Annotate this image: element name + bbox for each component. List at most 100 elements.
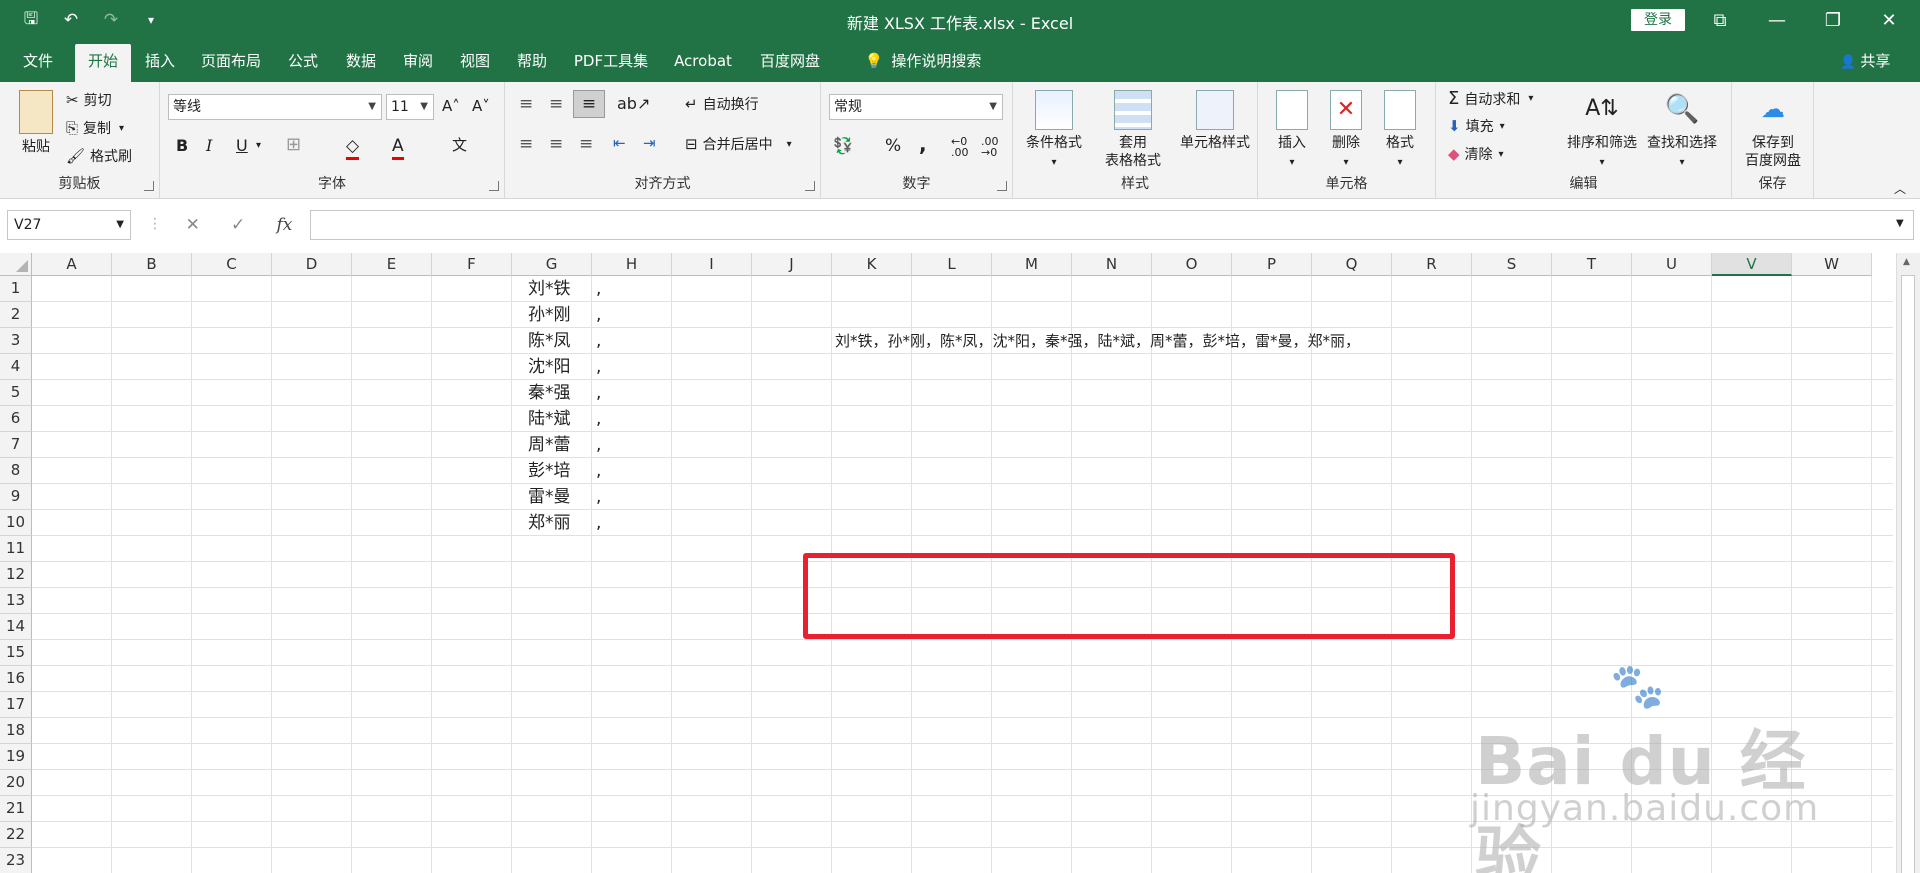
ribbon-display-icon[interactable]: ⧉ <box>1697 4 1743 36</box>
name-box[interactable]: V27 ▼ <box>7 210 131 240</box>
currency-icon[interactable]: 💱 <box>833 136 853 155</box>
increase-indent-icon[interactable]: ⇥ <box>643 134 656 152</box>
percent-button[interactable]: % <box>885 136 901 156</box>
cell-H6[interactable]: , <box>596 406 601 432</box>
enter-icon[interactable]: ✓ <box>231 215 245 235</box>
cell-H3[interactable]: , <box>596 328 601 354</box>
row-header-7[interactable]: 7 <box>0 432 32 458</box>
tab-7[interactable]: 视图 <box>455 40 495 82</box>
scrollbar-thumb[interactable] <box>1901 275 1915 873</box>
tab-4[interactable]: 公式 <box>283 40 323 82</box>
restore-icon[interactable]: ❐ <box>1810 4 1856 36</box>
format-as-table-button[interactable]: 套用 表格格式 <box>1093 90 1173 170</box>
column-header-M[interactable]: M <box>992 253 1072 276</box>
formula-input[interactable] <box>310 210 1914 240</box>
cell-H4[interactable]: , <box>596 354 601 380</box>
font-color-icon[interactable]: A <box>392 134 404 160</box>
row-header-4[interactable]: 4 <box>0 354 32 380</box>
column-header-L[interactable]: L <box>912 253 992 276</box>
border-icon[interactable]: ⊞ <box>286 134 301 155</box>
comma-button[interactable]: , <box>919 132 927 156</box>
cut-button[interactable]: ✂ 剪切 <box>66 90 112 110</box>
column-header-R[interactable]: R <box>1392 253 1472 276</box>
copy-button[interactable]: ⎘ 复制 ▾ <box>66 118 124 138</box>
row-header-10[interactable]: 10 <box>0 510 32 536</box>
underline-button[interactable]: U <box>236 136 248 155</box>
cell-G2[interactable]: 孙*刚 <box>528 302 571 328</box>
cell-H2[interactable]: , <box>596 302 601 328</box>
tab-10[interactable]: Acrobat <box>670 40 736 82</box>
delete-cells-button[interactable]: ✕ 删除 ▾ <box>1324 90 1368 172</box>
tab-8[interactable]: 帮助 <box>512 40 552 82</box>
select-all-corner[interactable] <box>0 253 32 276</box>
row-header-19[interactable]: 19 <box>0 744 32 770</box>
font-launcher-icon[interactable] <box>489 181 499 191</box>
find-select-button[interactable]: 🔍 查找和选择 ▾ <box>1642 90 1722 172</box>
increase-decimal-icon[interactable]: ←0.00 <box>951 136 969 158</box>
row-header-18[interactable]: 18 <box>0 718 32 744</box>
column-header-F[interactable]: F <box>432 253 512 276</box>
chevron-down-icon[interactable]: ▾ <box>256 140 261 151</box>
cell-K3[interactable]: 刘*铁，孙*刚，陈*凤，沈*阳，秦*强，陆*斌，周*蕾，彭*培，雷*曼，郑*丽， <box>835 328 1360 354</box>
cell-G4[interactable]: 沈*阳 <box>528 354 571 380</box>
insert-cells-button[interactable]: 插入 ▾ <box>1270 90 1314 172</box>
login-button[interactable]: 登录 <box>1631 9 1685 31</box>
font-name-select[interactable]: 等线 ▼ <box>168 94 382 120</box>
column-header-B[interactable]: B <box>112 253 192 276</box>
tab-1[interactable]: 开始 <box>75 44 131 82</box>
row-header-5[interactable]: 5 <box>0 380 32 406</box>
fill-button[interactable]: ⬇ 填充 ▾ <box>1448 116 1505 136</box>
column-header-V[interactable]: V <box>1712 253 1792 276</box>
row-header-9[interactable]: 9 <box>0 484 32 510</box>
cell-H10[interactable]: , <box>596 510 601 536</box>
cell-styles-button[interactable]: 单元格样式 <box>1175 90 1255 152</box>
sort-filter-button[interactable]: A⇅ 排序和筛选 ▾ <box>1564 90 1640 172</box>
row-header-6[interactable]: 6 <box>0 406 32 432</box>
tab-5[interactable]: 数据 <box>341 40 381 82</box>
column-header-N[interactable]: N <box>1072 253 1152 276</box>
row-header-13[interactable]: 13 <box>0 588 32 614</box>
column-header-Q[interactable]: Q <box>1312 253 1392 276</box>
row-header-2[interactable]: 2 <box>0 302 32 328</box>
bold-button[interactable]: B <box>176 136 188 155</box>
font-size-select[interactable]: 11 ▼ <box>386 94 434 120</box>
row-header-14[interactable]: 14 <box>0 614 32 640</box>
alignment-launcher-icon[interactable] <box>805 181 815 191</box>
increase-font-icon[interactable]: A˄ <box>442 97 460 115</box>
cell-G7[interactable]: 周*蕾 <box>528 432 571 458</box>
cell-G5[interactable]: 秦*强 <box>528 380 571 406</box>
tab-2[interactable]: 插入 <box>140 40 180 82</box>
row-header-22[interactable]: 22 <box>0 822 32 848</box>
row-header-16[interactable]: 16 <box>0 666 32 692</box>
clipboard-launcher-icon[interactable] <box>144 181 154 191</box>
column-header-E[interactable]: E <box>352 253 432 276</box>
tab-6[interactable]: 审阅 <box>398 40 438 82</box>
row-header-20[interactable]: 20 <box>0 770 32 796</box>
row-header-8[interactable]: 8 <box>0 458 32 484</box>
column-header-C[interactable]: C <box>192 253 272 276</box>
wrap-text-button[interactable]: ↵ 自动换行 <box>685 94 759 114</box>
decrease-decimal-icon[interactable]: .00 →0 <box>981 136 999 158</box>
row-header-23[interactable]: 23 <box>0 848 32 873</box>
decrease-indent-icon[interactable]: ⇤ <box>613 134 626 152</box>
merge-center-button[interactable]: ⊟ 合并后居中 ▾ <box>685 134 792 154</box>
cell-G6[interactable]: 陆*斌 <box>528 406 571 432</box>
column-header-G[interactable]: G <box>512 253 592 276</box>
cancel-icon[interactable]: ✕ <box>186 215 200 235</box>
close-icon[interactable]: ✕ <box>1866 4 1912 36</box>
number-launcher-icon[interactable] <box>997 181 1007 191</box>
column-header-J[interactable]: J <box>752 253 832 276</box>
column-header-H[interactable]: H <box>592 253 672 276</box>
save-baidu-button[interactable]: ☁ 保存到 百度网盘 <box>1736 90 1810 170</box>
format-cells-button[interactable]: 格式 ▾ <box>1378 90 1422 172</box>
italic-button[interactable]: I <box>206 136 212 155</box>
insert-function-icon[interactable]: fx <box>277 215 293 235</box>
cell-G3[interactable]: 陈*凤 <box>528 328 571 354</box>
cell-H8[interactable]: , <box>596 458 601 484</box>
scroll-up-icon[interactable]: ▲ <box>1903 257 1910 267</box>
column-header-K[interactable]: K <box>832 253 912 276</box>
align-left-icon[interactable]: ≡ <box>519 134 533 154</box>
tab-12[interactable]: 💡 操作说明搜索 <box>848 40 998 82</box>
cell-G10[interactable]: 郑*丽 <box>528 510 571 536</box>
conditional-format-button[interactable]: 条件格式 ▾ <box>1019 90 1089 172</box>
